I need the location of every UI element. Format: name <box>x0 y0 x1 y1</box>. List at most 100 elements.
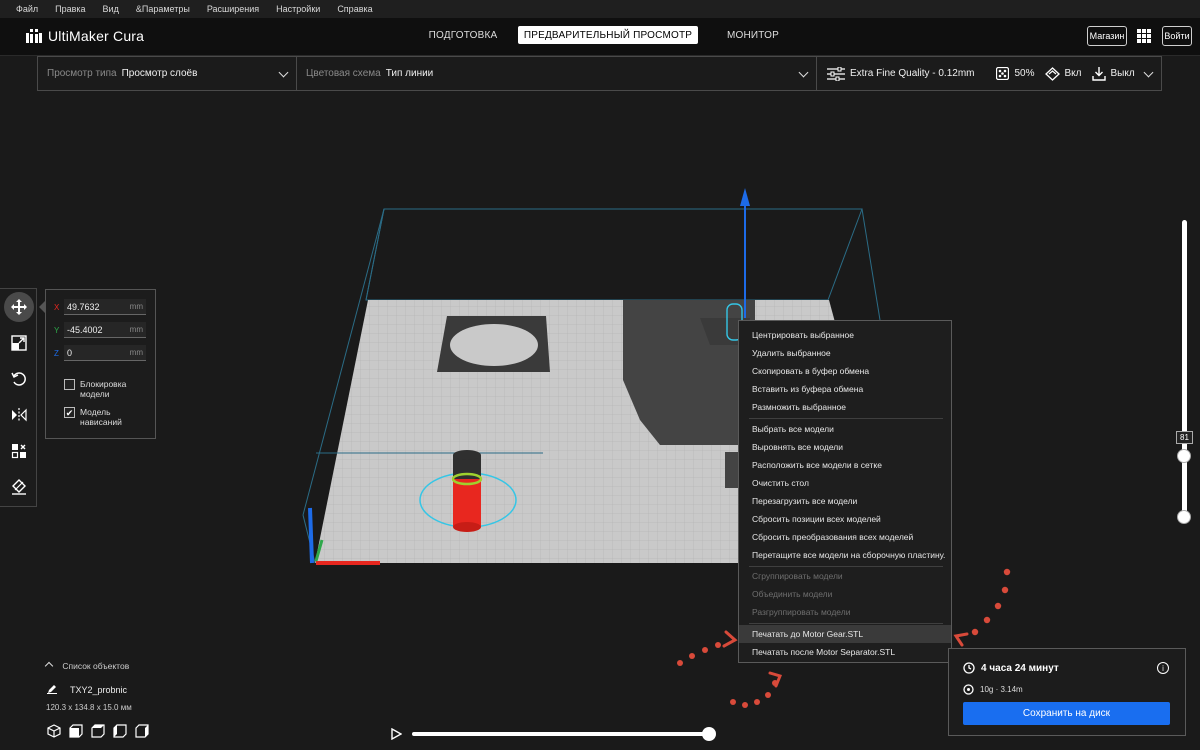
drop-model-label: Модель нависаний <box>80 407 122 427</box>
menu-separator <box>749 623 943 624</box>
path-slider-track[interactable] <box>412 732 708 736</box>
menu-bar: Файл Правка Вид &Параметры Расширения На… <box>0 0 1200 18</box>
move-icon <box>10 299 27 315</box>
layer-slider-upper-handle[interactable] <box>1177 449 1191 463</box>
view-3d-icon[interactable] <box>47 724 61 738</box>
menu-reset-transforms[interactable]: Сбросить преобразования всех моделей <box>739 528 951 546</box>
print-settings-select[interactable]: Extra Fine Quality - 0.12mm 50% Вкл Выкл <box>817 57 1161 90</box>
support-setting: Вкл <box>1044 66 1082 81</box>
view-top-icon[interactable] <box>91 724 105 738</box>
menu-edit[interactable]: Правка <box>47 4 94 14</box>
menu-preferences[interactable]: Настройки <box>268 4 329 14</box>
menu-clear-plate[interactable]: Очистить стол <box>739 474 951 492</box>
x-unit: mm <box>129 302 143 311</box>
path-slider-handle[interactable] <box>702 727 716 741</box>
tab-monitor[interactable]: МОНИТОР <box>708 26 798 44</box>
menu-copy[interactable]: Скопировать в буфер обмена <box>739 362 951 380</box>
pencil-icon[interactable] <box>47 684 57 697</box>
view-right-icon[interactable] <box>135 724 149 738</box>
object-list-toggle[interactable]: Список объектов <box>44 660 129 671</box>
support-icon <box>1044 66 1060 81</box>
menu-group[interactable]: Сгруппировать модели <box>739 567 951 585</box>
menu-reload-all[interactable]: Перезагрузить все модели <box>739 492 951 510</box>
move-tool[interactable] <box>0 289 37 325</box>
model-cylinder <box>453 479 481 527</box>
menu-reset-positions[interactable]: Сбросить позиции всех моделей <box>739 510 951 528</box>
mirror-tool[interactable] <box>0 397 37 433</box>
x-input[interactable]: 49.7632 mm <box>64 299 146 315</box>
tab-prepare[interactable]: ПОДГОТОВКА <box>418 26 508 44</box>
menu-print-before[interactable]: Печатать до Motor Gear.STL <box>739 625 951 643</box>
menu-delete-selected[interactable]: Удалить выбранное <box>739 344 951 362</box>
scale-tool[interactable] <box>0 325 37 361</box>
color-scheme-select[interactable]: Цветовая схема Тип линии <box>297 57 817 90</box>
material-value: 10g · 3.14m <box>980 685 1023 694</box>
marketplace-button[interactable]: Магазин <box>1087 26 1127 46</box>
lock-model-option[interactable]: Блокировка модели <box>64 379 150 399</box>
z-unit: mm <box>129 348 143 357</box>
z-input[interactable]: 0 mm <box>64 345 146 361</box>
menu-select-all[interactable]: Выбрать все модели <box>739 420 951 438</box>
y-value: -45.4002 <box>67 324 103 335</box>
material-usage: 10g · 3.14m <box>963 684 1023 695</box>
menu-view[interactable]: Вид <box>95 4 128 14</box>
view-left-icon[interactable] <box>113 724 127 738</box>
menu-multiply[interactable]: Размножить выбранное <box>739 398 951 416</box>
ultimaker-logo-icon <box>26 29 42 43</box>
lock-model-label: Блокировка модели <box>80 379 127 399</box>
support-blocker-icon <box>11 479 26 495</box>
menu-arrange-all[interactable]: Выровнять все модели <box>739 438 951 456</box>
play-button[interactable] <box>390 727 403 743</box>
menu-extensions[interactable]: Расширения <box>199 4 268 14</box>
apps-grid-icon[interactable] <box>1137 29 1151 43</box>
lock-model-checkbox[interactable] <box>64 379 75 390</box>
object-dimensions: 120.3 x 134.8 x 15.0 мм <box>46 703 132 712</box>
menu-arrange-grid[interactable]: Расположить все модели в сетке <box>739 456 951 474</box>
y-input[interactable]: -45.4002 mm <box>64 322 146 338</box>
scale-icon <box>10 335 27 351</box>
stage-tabs: ПОДГОТОВКА ПРЕДВАРИТЕЛЬНЫЙ ПРОСМОТР МОНИ… <box>418 26 798 44</box>
menu-settings[interactable]: &Параметры <box>128 4 199 14</box>
annotation-arrow <box>953 632 969 647</box>
view-orientation-buttons <box>47 724 149 738</box>
save-to-disk-button[interactable]: Сохранить на диск <box>963 702 1170 725</box>
clock-icon <box>963 662 975 674</box>
layer-number[interactable]: 81 <box>1176 431 1193 444</box>
menu-drop-all[interactable]: Перетащите все модели на сборочную пласт… <box>739 546 951 564</box>
menu-file[interactable]: Файл <box>8 4 47 14</box>
per-model-settings-tool[interactable] <box>0 433 37 469</box>
print-summary-panel: 4 часа 24 минут i 10g · 3.14m Сохранить … <box>948 648 1186 736</box>
drop-model-checkbox[interactable]: ✔ <box>64 407 75 418</box>
menu-merge[interactable]: Объединить модели <box>739 585 951 603</box>
play-icon <box>391 727 403 741</box>
app-name: UltiMaker Cura <box>48 28 145 44</box>
color-scheme-label: Цветовая схема <box>306 68 381 79</box>
z-axis-label: Z <box>54 348 59 358</box>
view-type-select[interactable]: Просмотр типа Просмотр слоёв <box>38 57 297 90</box>
layer-slider-track[interactable] <box>1182 220 1187 520</box>
menu-paste[interactable]: Вставить из буфера обмена <box>739 380 951 398</box>
drop-model-option[interactable]: ✔ Модель нависаний <box>64 407 150 427</box>
rotate-tool[interactable] <box>0 361 37 397</box>
layer-slider-lower-handle[interactable] <box>1177 510 1191 524</box>
spool-icon <box>963 684 974 695</box>
tab-preview[interactable]: ПРЕДВАРИТЕЛЬНЫЙ ПРОСМОТР <box>518 26 698 44</box>
app-logo: UltiMaker Cura <box>26 28 144 44</box>
z-row: Z 0 mm <box>54 345 154 361</box>
menu-ungroup[interactable]: Разгруппировать модели <box>739 603 951 621</box>
view-front-icon[interactable] <box>69 724 83 738</box>
chevron-down-icon <box>278 67 289 78</box>
menu-help[interactable]: Справка <box>329 4 381 14</box>
menu-center-selected[interactable]: Центрировать выбранное <box>739 326 951 344</box>
infill-icon <box>996 67 1010 80</box>
info-icon[interactable]: i <box>1157 662 1169 674</box>
infill-value: 50% <box>1014 68 1035 79</box>
y-axis-label: Y <box>54 325 60 335</box>
profile-setting: Extra Fine Quality - 0.12mm <box>827 66 974 81</box>
support-value: Вкл <box>1064 68 1082 79</box>
print-time: 4 часа 24 минут <box>963 662 1059 674</box>
signin-button[interactable]: Войти <box>1162 26 1192 46</box>
support-blocker-tool[interactable] <box>0 469 37 505</box>
adhesion-setting: Выкл <box>1091 66 1135 81</box>
menu-print-after[interactable]: Печатать после Motor Separator.STL <box>739 643 951 661</box>
